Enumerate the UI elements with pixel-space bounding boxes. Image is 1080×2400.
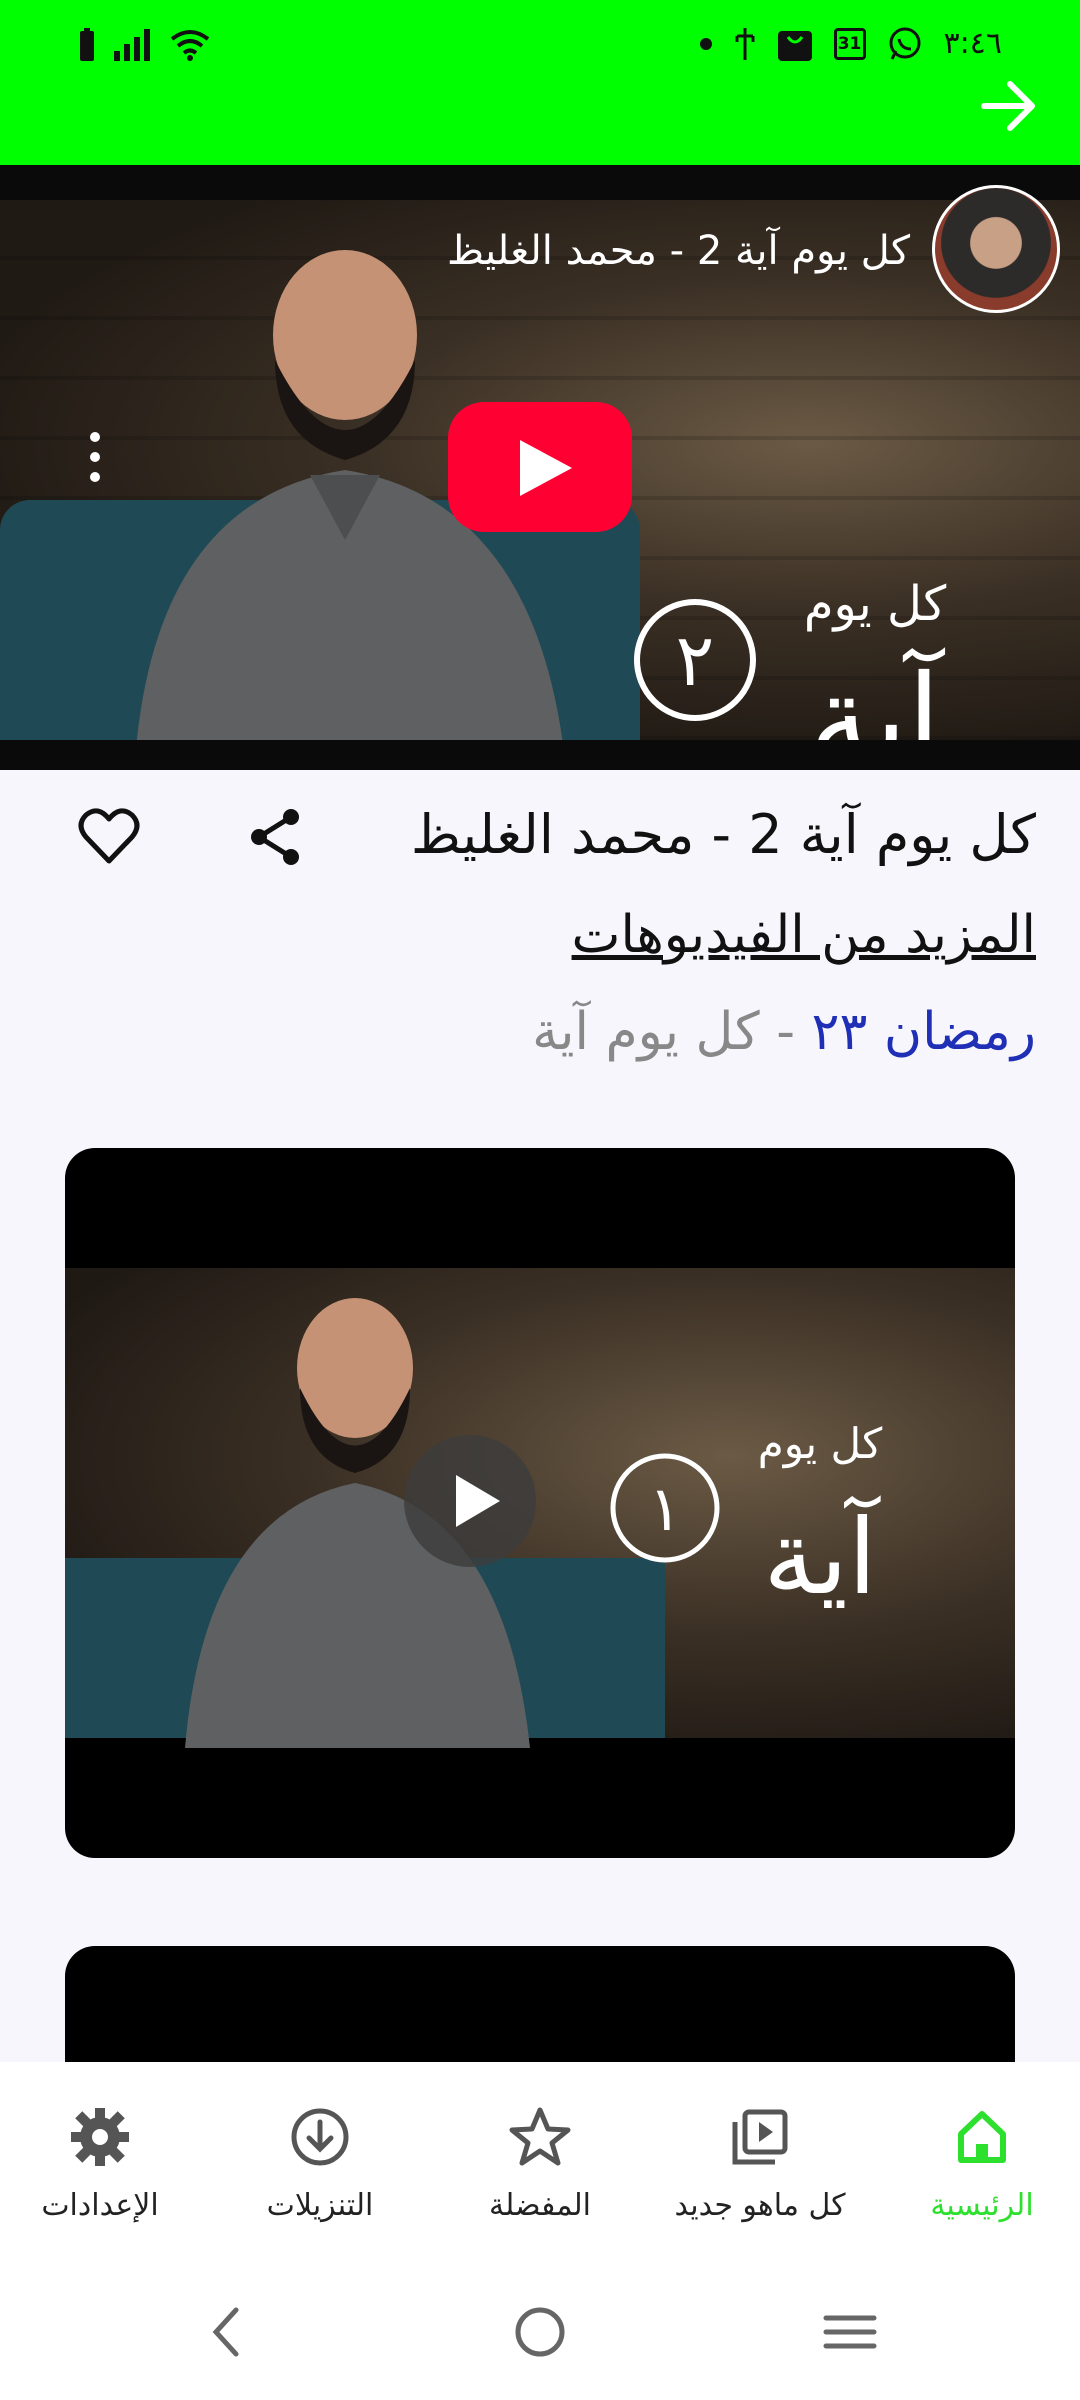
nav-home[interactable]: الرئيسية: [882, 2102, 1080, 2223]
player-top-band: [0, 165, 1080, 200]
share-icon[interactable]: [245, 807, 305, 867]
video-card[interactable]: ١ كل يوم آية: [65, 1148, 1015, 1858]
category-separator: -: [759, 1002, 812, 1062]
signal-icon: [114, 29, 150, 61]
video-card[interactable]: [65, 1946, 1015, 2066]
video-thumbnail: ١ كل يوم آية: [65, 1268, 1015, 1748]
settings-icon: [71, 2108, 129, 2166]
nav-downloads[interactable]: التنزيلات: [220, 2102, 420, 2223]
home-icon: [958, 2111, 1006, 2163]
svg-text:كل يوم: كل يوم: [758, 1419, 883, 1469]
star-icon: [509, 2107, 571, 2166]
channel-avatar[interactable]: [932, 185, 1060, 313]
shopping-bag-icon: [777, 30, 812, 61]
nav-label: كل ماهو جديد: [674, 2188, 846, 2223]
svg-text:كل يوم: كل يوم: [804, 576, 946, 632]
nav-label: الإعدادات: [41, 2188, 159, 2223]
play-icon[interactable]: [404, 1435, 536, 1567]
more-videos-link[interactable]: المزيد من الفيديوهات: [572, 905, 1036, 965]
whatsapp-icon: [889, 27, 921, 60]
hero-video-title: كل يوم آية 2 - محمد الغليظ: [446, 228, 910, 274]
system-navigation-bar: [0, 2262, 1080, 2400]
nav-label: التنزيلات: [266, 2188, 374, 2223]
category-primary-link[interactable]: رمضان ٢٣: [812, 1002, 1036, 1062]
svg-text:٢: ٢: [676, 618, 715, 702]
svg-text:١: ١: [648, 1472, 681, 1545]
calendar-icon: 31: [833, 27, 866, 60]
video-library-icon: [732, 2109, 788, 2165]
category-secondary: كل يوم آية: [532, 1002, 760, 1062]
battery-icon: [80, 28, 94, 61]
nav-label: الرئيسية: [930, 2188, 1034, 2223]
bottom-navigation: الرئيسية كل ماهو جديد المفضلة التنزيلات …: [0, 2062, 1080, 2262]
status-right-icons: 31 ٣:٤٦: [699, 26, 1002, 61]
svg-text:آية: آية: [809, 647, 945, 740]
youtube-play-button[interactable]: [448, 402, 632, 532]
back-icon[interactable]: [198, 2302, 258, 2362]
nav-whats-new[interactable]: كل ماهو جديد: [660, 2102, 860, 2223]
favorite-heart-icon[interactable]: [78, 807, 140, 865]
nav-favorites[interactable]: المفضلة: [440, 2102, 640, 2223]
usb-icon: [735, 27, 755, 60]
more-options-icon[interactable]: [88, 432, 102, 482]
svg-text:آية: آية: [763, 1495, 881, 1618]
arrow-right-icon[interactable]: [980, 78, 1040, 134]
status-left-icons: [78, 28, 210, 62]
dot-icon: [699, 37, 712, 50]
video-title: كل يوم آية 2 - محمد الغليظ: [410, 803, 1036, 866]
wifi-icon: [170, 30, 210, 61]
download-icon: [291, 2108, 349, 2166]
show-logo: ١ كل يوم آية: [610, 1419, 883, 1618]
nav-label: المفضلة: [488, 2188, 592, 2223]
status-time: ٣:٤٦: [943, 26, 1002, 61]
status-bar: 31 ٣:٤٦: [0, 0, 1080, 165]
category-breadcrumb: رمضان ٢٣ - كل يوم آية: [532, 1002, 1036, 1062]
nav-settings[interactable]: الإعدادات: [0, 2102, 200, 2223]
home-circle-icon[interactable]: [510, 2302, 570, 2362]
show-logo: ٢ كل يوم آية: [634, 576, 946, 740]
recents-menu-icon[interactable]: [820, 2302, 880, 2362]
player-bottom-band: [0, 740, 1080, 770]
video-title-row: كل يوم آية 2 - محمد الغليظ: [0, 785, 1080, 885]
